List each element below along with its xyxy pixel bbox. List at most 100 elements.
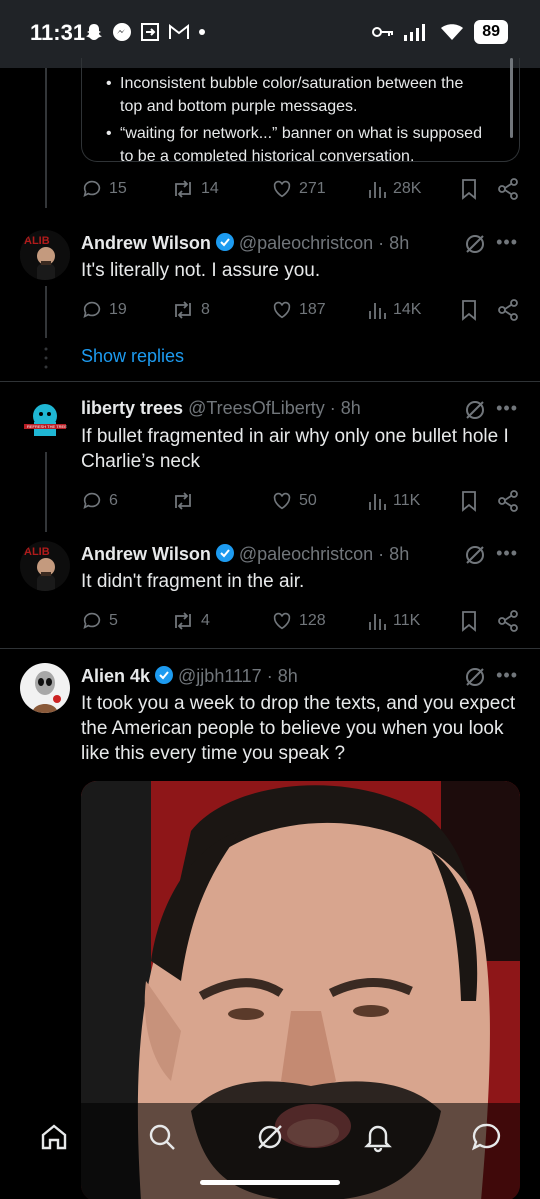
- home-icon[interactable]: [38, 1121, 70, 1153]
- like-button[interactable]: 50: [271, 490, 317, 512]
- grok-icon[interactable]: [464, 399, 486, 421]
- repost-icon: [175, 301, 191, 319]
- tweet-header: Andrew Wilson @paleochristcon · 8h: [81, 232, 409, 254]
- status-time: 11:31: [30, 20, 86, 45]
- reply-count: 5: [109, 612, 118, 629]
- quoted-content[interactable]: Inconsistent bubble color/saturation bet…: [81, 58, 520, 162]
- more-options-icon[interactable]: •••: [496, 543, 518, 564]
- notifications-icon[interactable]: [362, 1121, 394, 1153]
- handle-time[interactable]: @paleochristcon · 8h: [239, 233, 409, 253]
- like-count: 128: [299, 612, 326, 629]
- grok-nav-icon[interactable]: [254, 1121, 286, 1153]
- views-count: 11K: [393, 492, 421, 509]
- like-button[interactable]: 187: [271, 299, 326, 321]
- views-count: 28K: [393, 180, 422, 197]
- more-options-icon[interactable]: •••: [496, 398, 518, 419]
- repost-count: 14: [201, 180, 219, 197]
- repost-icon: [175, 612, 191, 630]
- divider: [0, 648, 540, 649]
- reply-button[interactable]: 19: [81, 299, 127, 321]
- reply-button[interactable]: 5: [81, 610, 118, 632]
- svg-text:REFRESH THE TREE: REFRESH THE TREE: [27, 424, 67, 429]
- tweet-text: If bullet fragmented in air why only one…: [81, 426, 509, 472]
- grok-icon[interactable]: [464, 544, 486, 566]
- more-options-icon[interactable]: •••: [496, 665, 518, 686]
- repost-count: 4: [201, 612, 210, 629]
- reply-button[interactable]: 15: [81, 178, 127, 200]
- reply-icon: [83, 301, 101, 318]
- grok-icon[interactable]: [464, 666, 486, 688]
- repost-icon: [175, 180, 191, 198]
- display-name[interactable]: Andrew Wilson: [81, 233, 211, 253]
- reply-count: 6: [109, 492, 118, 509]
- reply-icon: [83, 180, 101, 197]
- views-button[interactable]: 11K: [367, 610, 420, 632]
- reply-icon: [83, 612, 101, 629]
- gmail-icon: [169, 23, 189, 39]
- tweet-header: liberty trees @TreesOfLiberty · 8h: [81, 398, 361, 419]
- messenger-icon: [113, 23, 131, 41]
- signal-icon: [404, 24, 426, 41]
- repost-count: 8: [201, 301, 210, 318]
- like-count: 271: [299, 180, 326, 197]
- notification-icons: [84, 22, 206, 42]
- tweet-header: Andrew Wilson @paleochristcon · 8h: [81, 543, 409, 565]
- views-icon: [369, 182, 386, 198]
- views-icon: [369, 614, 386, 630]
- views-button[interactable]: 14K: [367, 299, 421, 321]
- reply-count: 15: [109, 180, 127, 197]
- avatar[interactable]: ALIB: [20, 541, 70, 591]
- home-indicator[interactable]: [200, 1180, 340, 1185]
- avatar[interactable]: ALIB: [20, 230, 70, 280]
- share-icon[interactable]: [497, 490, 519, 512]
- wifi-icon: [441, 24, 464, 40]
- views-button[interactable]: 28K: [367, 178, 421, 200]
- tweet-text: It didn't fragment in the air.: [81, 571, 305, 592]
- heart-icon: [273, 492, 291, 510]
- views-icon: [369, 494, 386, 510]
- bookmark-icon[interactable]: [459, 610, 479, 632]
- bookmark-icon[interactable]: [459, 490, 479, 512]
- repost-icon: [175, 492, 191, 510]
- repost-button[interactable]: 14: [171, 178, 219, 200]
- like-button[interactable]: 271: [271, 178, 326, 200]
- repost-button[interactable]: 4: [171, 610, 210, 632]
- messages-icon[interactable]: [470, 1121, 502, 1153]
- heart-icon: [273, 180, 291, 198]
- thread-dots: [44, 347, 48, 369]
- handle-time[interactable]: @TreesOfLiberty · 8h: [188, 398, 361, 418]
- search-icon[interactable]: [146, 1121, 178, 1153]
- reply-button[interactable]: 6: [81, 490, 118, 512]
- repost-button[interactable]: 8: [171, 299, 210, 321]
- grok-icon[interactable]: [464, 233, 486, 255]
- share-icon[interactable]: [497, 610, 519, 632]
- handle-time[interactable]: @paleochristcon · 8h: [239, 544, 409, 564]
- tweet-actions: 5 4 128 11K: [81, 610, 521, 634]
- avatar[interactable]: [20, 663, 70, 713]
- thread-line: [45, 68, 47, 208]
- like-button[interactable]: 128: [271, 610, 326, 632]
- avatar[interactable]: REFRESH THE TREE: [20, 396, 70, 446]
- display-name[interactable]: liberty trees: [81, 398, 183, 418]
- views-count: 11K: [393, 612, 421, 629]
- dot-icon: [199, 29, 205, 35]
- share-icon[interactable]: [497, 299, 519, 321]
- bookmark-icon[interactable]: [459, 178, 479, 200]
- more-options-icon[interactable]: •••: [496, 232, 518, 253]
- heart-icon: [273, 612, 291, 630]
- show-replies-link[interactable]: Show replies: [81, 346, 184, 367]
- verified-badge-icon: [155, 666, 174, 684]
- display-name[interactable]: Alien 4k: [81, 666, 150, 686]
- display-name[interactable]: Andrew Wilson: [81, 544, 211, 564]
- handle-time[interactable]: @jjbh1117 · 8h: [178, 666, 298, 686]
- verified-badge-icon: [215, 233, 234, 251]
- scrollbar[interactable]: [510, 58, 513, 138]
- bookmark-icon[interactable]: [459, 299, 479, 321]
- views-button[interactable]: 11K: [367, 490, 420, 512]
- repost-button[interactable]: [171, 490, 201, 512]
- tweet-text: It took you a week to drop the texts, an…: [81, 693, 516, 764]
- like-count: 187: [299, 301, 326, 318]
- system-icons: 89: [372, 20, 508, 44]
- share-icon[interactable]: [497, 178, 519, 200]
- snapchat-icon: [86, 24, 102, 40]
